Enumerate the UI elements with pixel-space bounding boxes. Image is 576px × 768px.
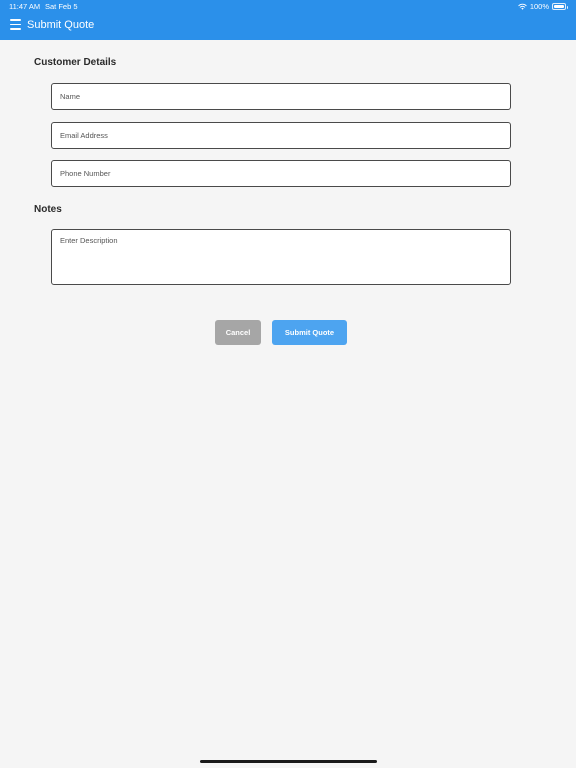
submit-quote-button[interactable]: Submit Quote: [272, 320, 347, 345]
home-indicator[interactable]: [200, 760, 377, 763]
phone-field[interactable]: [51, 160, 511, 187]
cancel-button[interactable]: Cancel: [215, 320, 261, 345]
app-header: 11:47 AM Sat Feb 5 100% Submit Quote: [0, 0, 576, 40]
description-field[interactable]: [51, 229, 511, 285]
status-bar: 11:47 AM Sat Feb 5 100%: [0, 0, 576, 13]
hamburger-menu-icon[interactable]: [10, 19, 21, 30]
battery-fill: [554, 5, 564, 8]
notes-heading: Notes: [34, 204, 62, 215]
status-indicators: 100%: [518, 0, 568, 13]
wifi-icon: [518, 3, 527, 10]
email-field[interactable]: [51, 122, 511, 149]
status-date: Sat Feb 5: [45, 2, 78, 11]
battery-level: 100%: [529, 2, 549, 11]
page-title: Submit Quote: [27, 19, 95, 31]
name-field[interactable]: [51, 83, 511, 110]
status-time: 11:47 AM: [9, 2, 41, 11]
customer-details-heading: Customer Details: [34, 57, 117, 68]
battery-icon: [552, 3, 568, 10]
